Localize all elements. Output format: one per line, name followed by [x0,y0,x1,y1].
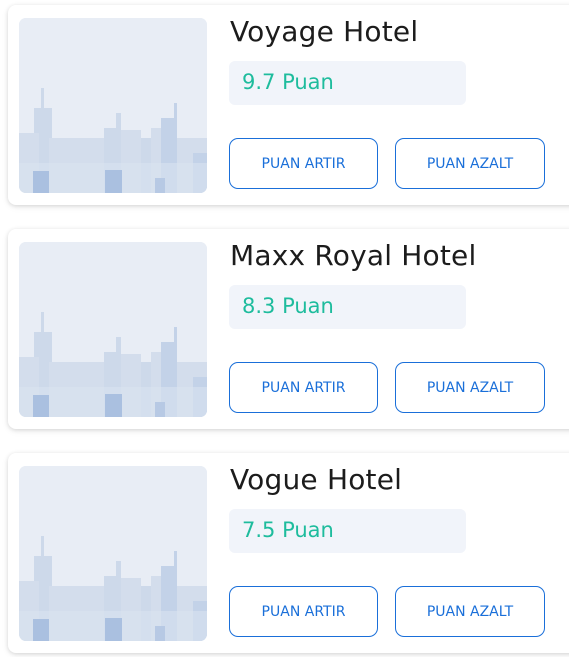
decrease-score-button[interactable]: PUAN AZALT [395,138,545,189]
hotel-name: Vogue Hotel [230,463,403,496]
city-skyline-thumbnail-icon [19,18,207,193]
city-skyline-thumbnail-icon [19,242,207,417]
hotel-list: Voyage Hotel 9.7 Puan PUAN ARTIR PUAN AZ… [0,0,569,657]
decrease-score-button[interactable]: PUAN AZALT [395,362,545,413]
score-badge: 9.7 Puan [229,61,466,105]
increase-score-button[interactable]: PUAN ARTIR [229,586,378,637]
score-value: 9.7 Puan [242,70,334,94]
score-value: 8.3 Puan [242,294,334,318]
increase-score-button[interactable]: PUAN ARTIR [229,138,378,189]
hotel-card: Maxx Royal Hotel 8.3 Puan PUAN ARTIR PUA… [8,229,569,429]
city-skyline-thumbnail-icon [19,466,207,641]
score-badge: 7.5 Puan [229,509,466,553]
increase-score-button[interactable]: PUAN ARTIR [229,362,378,413]
hotel-card: Vogue Hotel 7.5 Puan PUAN ARTIR PUAN AZA… [8,453,569,653]
score-value: 7.5 Puan [242,518,334,542]
hotel-name: Voyage Hotel [230,15,419,48]
hotel-name: Maxx Royal Hotel [230,239,477,272]
hotel-card: Voyage Hotel 9.7 Puan PUAN ARTIR PUAN AZ… [8,5,569,205]
decrease-score-button[interactable]: PUAN AZALT [395,586,545,637]
score-badge: 8.3 Puan [229,285,466,329]
